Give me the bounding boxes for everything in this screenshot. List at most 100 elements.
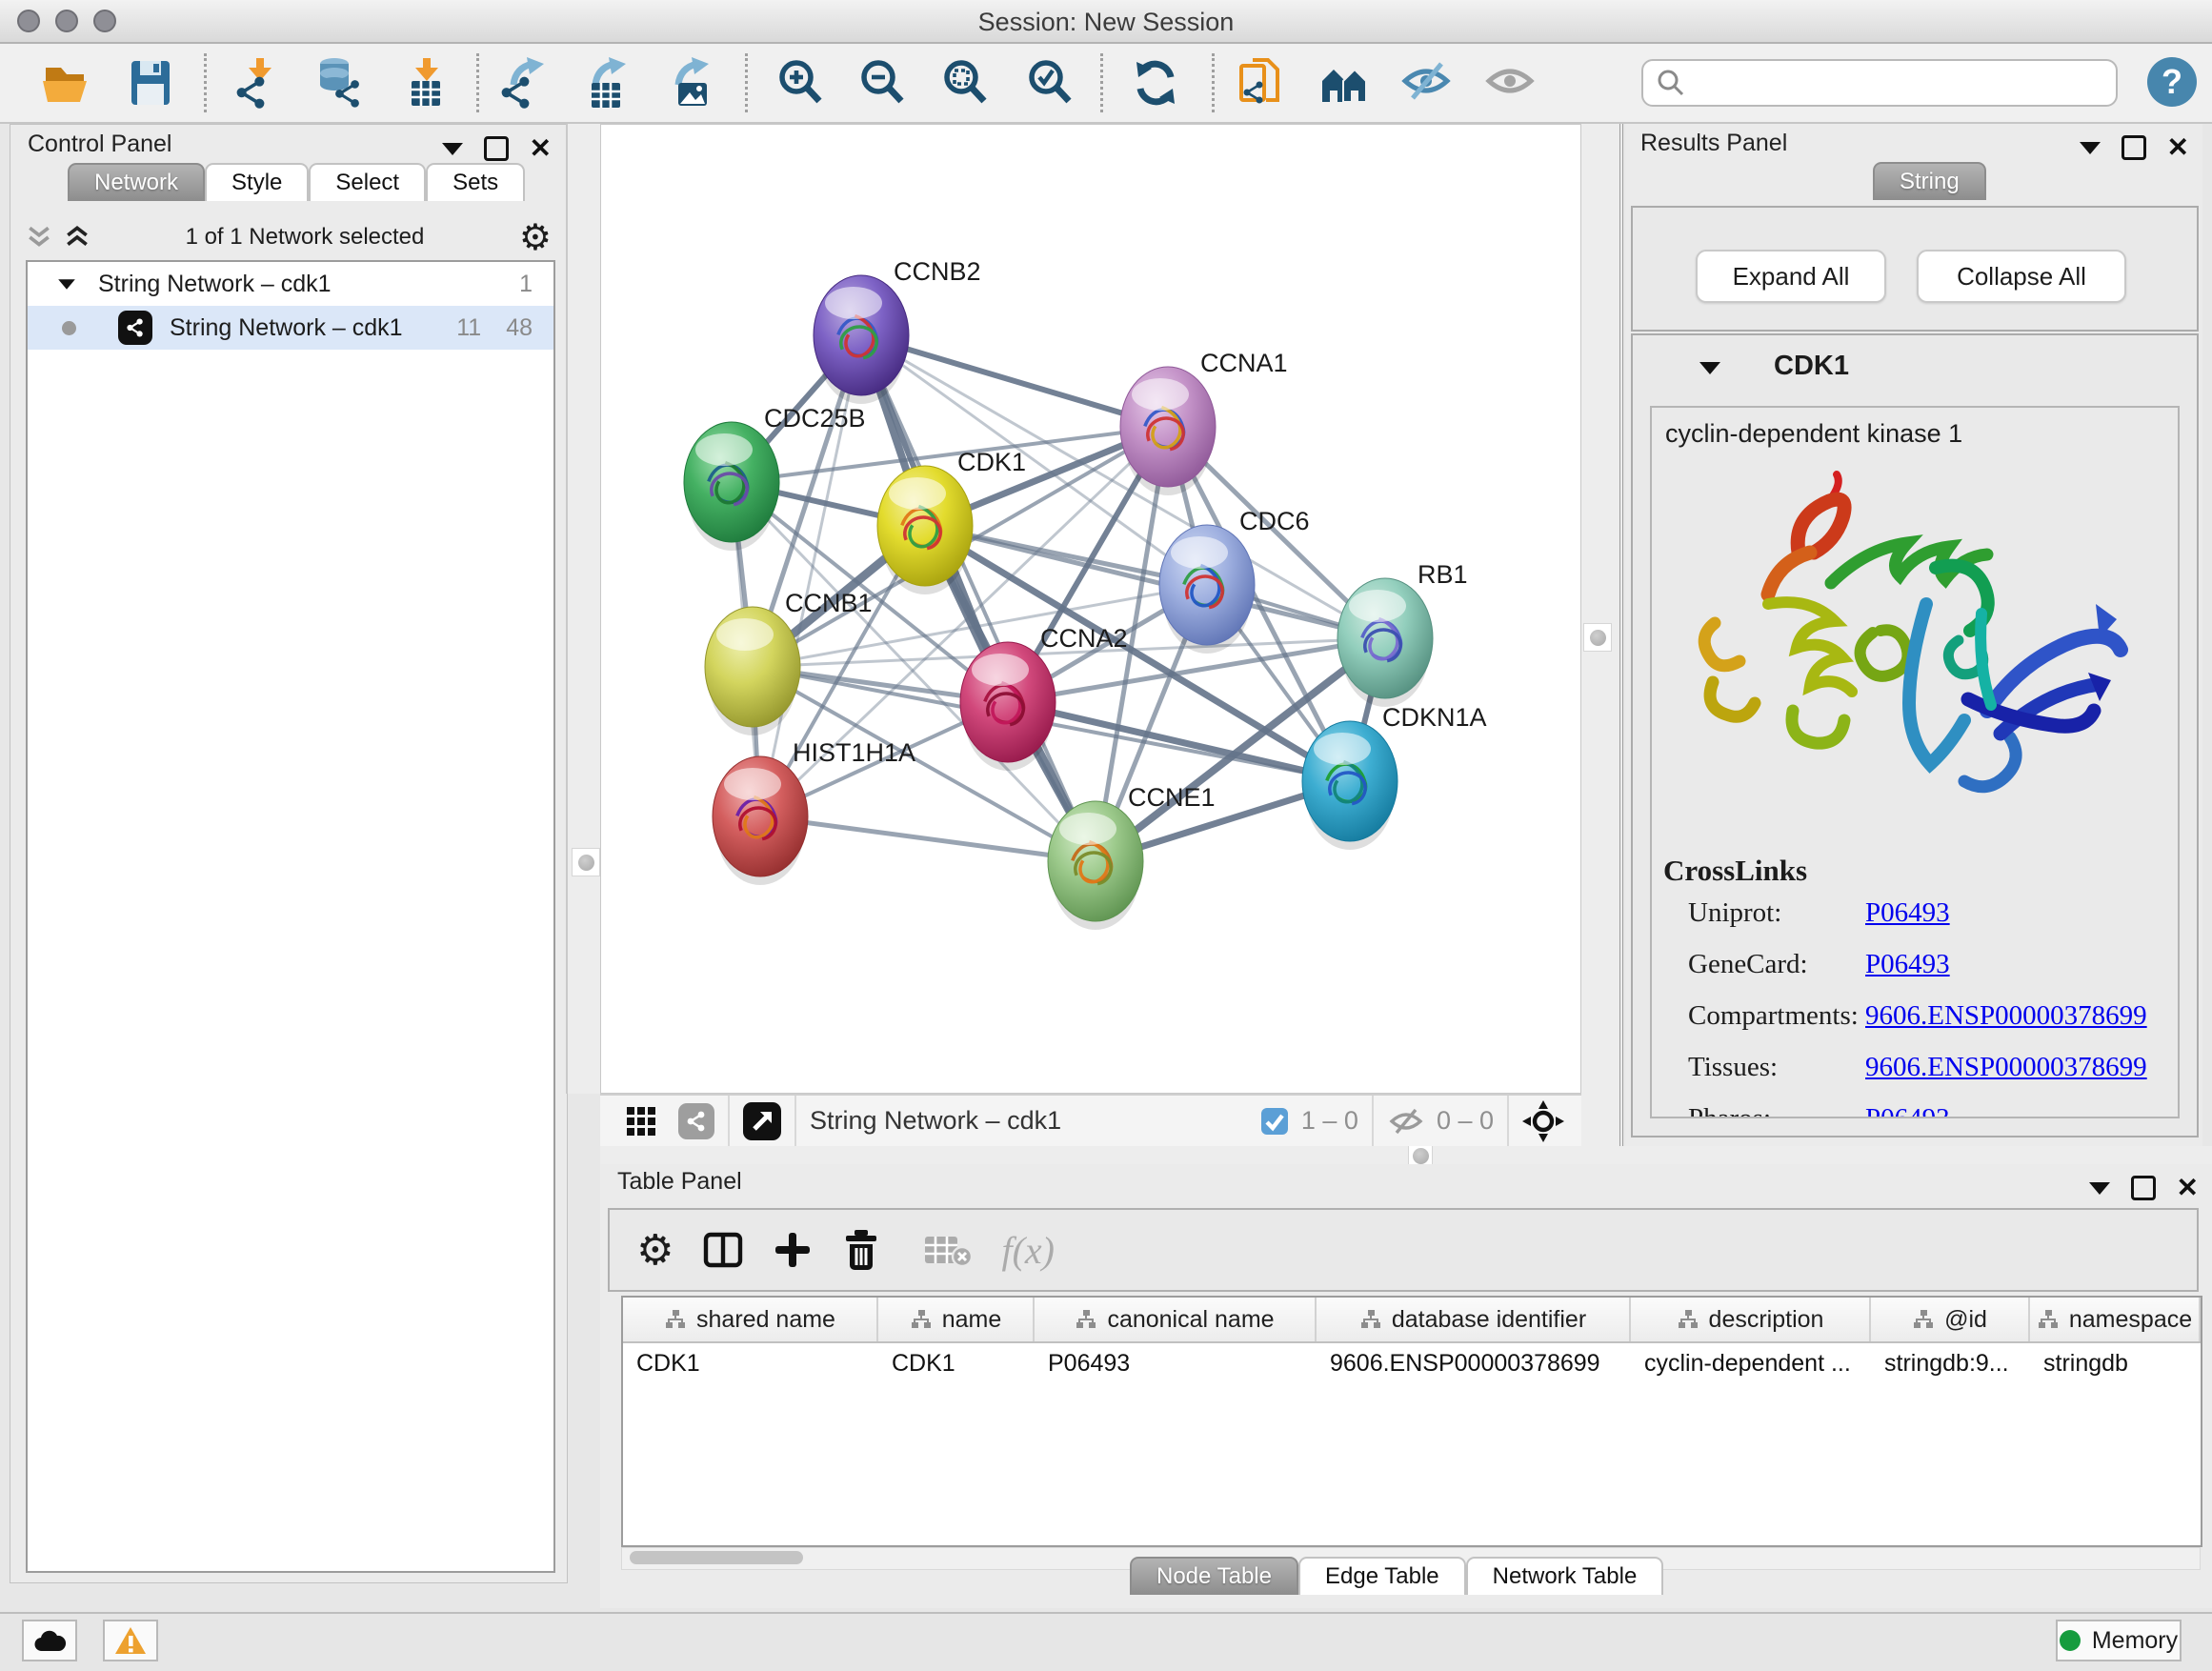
table-row[interactable]: CDK1CDK1P064939606.ENSP00000378699cyclin… bbox=[623, 1343, 2201, 1383]
node-CDKN1A[interactable]: CDKN1A bbox=[1302, 703, 1487, 850]
tab-network-table[interactable]: Network Table bbox=[1466, 1557, 1664, 1595]
column-header-name[interactable]: name bbox=[878, 1298, 1035, 1341]
export-table-button[interactable] bbox=[579, 55, 634, 111]
zoom-fit-button[interactable] bbox=[937, 55, 993, 111]
save-session-button[interactable] bbox=[123, 55, 178, 111]
column-header-namespace[interactable]: namespace bbox=[2030, 1298, 2201, 1341]
zoom-out-button[interactable] bbox=[855, 55, 910, 111]
export-image-button[interactable] bbox=[662, 55, 717, 111]
tab-style[interactable]: Style bbox=[205, 163, 309, 201]
results-float-icon[interactable] bbox=[2122, 135, 2146, 160]
birdseye-view-icon[interactable] bbox=[743, 1102, 781, 1140]
node-HIST1H1A[interactable]: HIST1H1A bbox=[713, 738, 915, 885]
crosslink-value-link[interactable]: P06493 bbox=[1865, 1103, 1950, 1118]
close-panel-icon[interactable]: ✕ bbox=[530, 139, 552, 158]
import-network-file-button[interactable] bbox=[231, 55, 286, 111]
cell--id[interactable]: stringdb:9... bbox=[1871, 1343, 2030, 1383]
delete-table-icon[interactable] bbox=[923, 1231, 973, 1269]
search-input[interactable] bbox=[1687, 69, 2116, 97]
tab-string[interactable]: String bbox=[1873, 162, 1986, 200]
crosslink-value-link[interactable]: 9606.ENSP00000378699 bbox=[1865, 1000, 2147, 1032]
table-menu-icon[interactable] bbox=[2089, 1182, 2110, 1195]
zoom-selected-button[interactable] bbox=[1022, 55, 1077, 111]
tab-select[interactable]: Select bbox=[309, 163, 426, 201]
tab-sets[interactable]: Sets bbox=[426, 163, 525, 201]
results-close-icon[interactable]: ✕ bbox=[2167, 138, 2189, 157]
cell-shared-name[interactable]: CDK1 bbox=[623, 1343, 878, 1383]
collection-expand-icon[interactable] bbox=[58, 279, 75, 289]
import-network-database-button[interactable] bbox=[311, 55, 366, 111]
network-options-gear-icon[interactable]: ⚙ bbox=[519, 223, 552, 252]
cell-namespace[interactable]: stringdb bbox=[2030, 1343, 2201, 1383]
delete-column-trash-icon[interactable] bbox=[841, 1228, 881, 1272]
edge-CCNA2-CDKN1A[interactable] bbox=[1008, 702, 1350, 781]
tab-network[interactable]: Network bbox=[68, 163, 205, 201]
column-header-canonical-name[interactable]: canonical name bbox=[1035, 1298, 1317, 1341]
show-all-button[interactable] bbox=[1484, 55, 1539, 111]
right-splitter[interactable] bbox=[1581, 124, 1623, 1146]
function-builder-icon[interactable]: f(x) bbox=[1001, 1228, 1055, 1273]
scrollbar-thumb[interactable] bbox=[630, 1551, 803, 1564]
left-splitter-handle[interactable] bbox=[572, 848, 600, 876]
column-header-shared-name[interactable]: shared name bbox=[623, 1298, 878, 1341]
edge-CCNB2-CCNE1[interactable] bbox=[861, 335, 1096, 861]
right-splitter-handle[interactable] bbox=[1583, 623, 1612, 652]
gene-collapse-icon[interactable] bbox=[1699, 362, 1720, 374]
network-row[interactable]: String Network – cdk1 11 48 bbox=[28, 306, 553, 350]
warnings-button[interactable] bbox=[103, 1620, 158, 1661]
expand-all-button[interactable]: Expand All bbox=[1696, 250, 1886, 303]
cell-name[interactable]: CDK1 bbox=[878, 1343, 1035, 1383]
search-input-wrapper[interactable] bbox=[1641, 59, 2118, 107]
results-menu-icon[interactable] bbox=[2080, 142, 2101, 154]
help-button[interactable]: ? bbox=[2147, 57, 2197, 107]
selected-nodes-checkbox-icon[interactable] bbox=[1259, 1106, 1290, 1137]
memory-status-button[interactable]: Memory bbox=[2056, 1620, 2182, 1661]
first-neighbors-button[interactable] bbox=[1317, 55, 1373, 111]
table-float-icon[interactable] bbox=[2131, 1176, 2156, 1200]
table-settings-gear-icon[interactable]: ⚙ bbox=[636, 1226, 674, 1275]
network-canvas[interactable]: CCNB2CCNA1CDC25BCDK1CDC6RB1CCNB1CCNA2CDK… bbox=[600, 124, 1581, 1094]
bottom-splitter[interactable] bbox=[600, 1146, 2212, 1164]
column-header--id[interactable]: @id bbox=[1871, 1298, 2030, 1341]
import-table-button[interactable] bbox=[397, 55, 452, 111]
table-close-icon[interactable]: ✕ bbox=[2177, 1178, 2199, 1198]
expand-all-icon[interactable] bbox=[64, 224, 90, 251]
cloud-status-button[interactable] bbox=[22, 1620, 77, 1661]
float-panel-icon[interactable] bbox=[484, 136, 509, 161]
collapse-all-icon[interactable] bbox=[26, 224, 52, 251]
zoom-in-button[interactable] bbox=[773, 55, 828, 111]
cell-database-identifier[interactable]: 9606.ENSP00000378699 bbox=[1317, 1343, 1631, 1383]
fit-content-crosshair-icon[interactable] bbox=[1522, 1100, 1564, 1142]
network-collection-row[interactable]: String Network – cdk1 1 bbox=[28, 262, 553, 306]
network-graph[interactable]: CCNB2CCNA1CDC25BCDK1CDC6RB1CCNB1CCNA2CDK… bbox=[601, 125, 1580, 1093]
column-header-database-identifier[interactable]: database identifier bbox=[1317, 1298, 1631, 1341]
node-table[interactable]: shared namenamecanonical namedatabase id… bbox=[621, 1296, 2202, 1547]
node-RB1[interactable]: RB1 bbox=[1337, 560, 1468, 707]
column-header-description[interactable]: description bbox=[1631, 1298, 1871, 1341]
create-column-plus-icon[interactable] bbox=[773, 1230, 813, 1270]
export-network-button[interactable] bbox=[497, 55, 553, 111]
hidden-eye-icon[interactable] bbox=[1387, 1106, 1425, 1137]
crosslink-value-link[interactable]: P06493 bbox=[1865, 949, 1950, 980]
refresh-button[interactable] bbox=[1128, 55, 1183, 111]
edge-CDK1-RB1[interactable] bbox=[925, 526, 1385, 638]
node-CCNE1[interactable]: CCNE1 bbox=[1048, 783, 1216, 930]
open-session-button[interactable] bbox=[39, 55, 94, 111]
collapse-all-button[interactable]: Collapse All bbox=[1917, 250, 2126, 303]
cell-description[interactable]: cyclin-dependent ... bbox=[1631, 1343, 1871, 1383]
string-view-icon[interactable] bbox=[678, 1103, 714, 1139]
tab-edge-table[interactable]: Edge Table bbox=[1298, 1557, 1466, 1595]
clone-network-button[interactable] bbox=[1233, 55, 1288, 111]
left-splitter[interactable] bbox=[566, 124, 602, 1094]
tab-node-table[interactable]: Node Table bbox=[1130, 1557, 1298, 1595]
crosslink-value-link[interactable]: 9606.ENSP00000378699 bbox=[1865, 1052, 2147, 1083]
hide-selected-button[interactable] bbox=[1400, 55, 1456, 111]
edge-HIST1H1A-CCNE1[interactable] bbox=[760, 816, 1096, 861]
grid-view-icon[interactable] bbox=[625, 1105, 657, 1137]
node-CCNA1[interactable]: CCNA1 bbox=[1120, 349, 1288, 495]
crosslink-value-link[interactable]: P06493 bbox=[1865, 897, 1950, 929]
show-columns-icon[interactable] bbox=[702, 1229, 744, 1271]
panel-menu-icon[interactable] bbox=[442, 143, 463, 155]
node-CCNB2[interactable]: CCNB2 bbox=[814, 257, 981, 404]
cell-canonical-name[interactable]: P06493 bbox=[1035, 1343, 1317, 1383]
